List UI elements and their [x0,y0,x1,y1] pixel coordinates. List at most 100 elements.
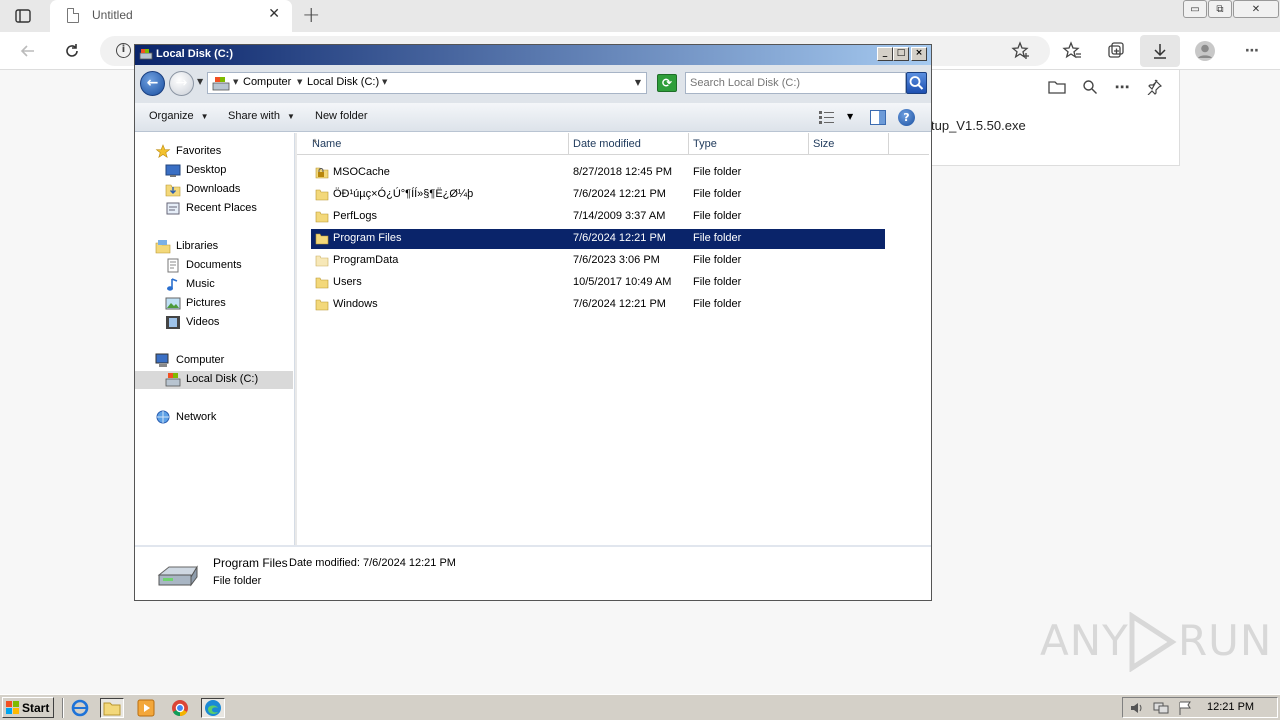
explorer-refresh-icon[interactable]: ⟳ [657,74,677,92]
nav-favorites[interactable]: Favorites [155,143,313,161]
breadcrumb-separator-icon[interactable]: ▼ [297,78,302,86]
preview-pane-icon[interactable] [870,110,886,125]
tab-close-icon[interactable]: ✕ [268,6,280,22]
table-row[interactable]: PerfLogs 7/14/2009 3:37 AM File folder [311,207,885,227]
computer-drive-icon [212,77,230,91]
add-favorite-icon[interactable] [1010,40,1032,62]
videos-icon [166,316,180,329]
details-pane: Program Files Date modified: 7/6/2024 12… [135,545,931,600]
volume-icon[interactable] [1129,701,1145,715]
change-view-icon[interactable] [819,111,835,124]
folder-icon [315,255,329,267]
downloads-button[interactable] [1140,35,1180,67]
table-row-selected[interactable]: Program Files 7/6/2024 12:21 PM File fol… [311,229,885,249]
window-close-button[interactable]: ✕ [1233,0,1279,18]
refresh-icon[interactable] [61,40,83,62]
explorer-close-button[interactable]: × [911,47,927,61]
explorer-title-bar[interactable]: Local Disk (C:) _ □ × [135,45,931,65]
nav-computer[interactable]: Computer [155,352,313,370]
view-options-chevron-icon[interactable]: ▼ [847,112,853,121]
explorer-maximize-button[interactable]: □ [893,47,909,61]
download-filename[interactable]: tup_V1.5.50.exe [931,118,1026,133]
edge-icon[interactable] [201,698,225,718]
local-disk-icon [139,49,153,60]
page-icon [67,8,79,23]
search-downloads-icon[interactable] [1081,78,1099,96]
tab-title: Untitled [92,8,133,22]
explorer-search-icon[interactable] [906,72,927,94]
breadcrumb[interactable]: ▼ Computer ▼ Local Disk (C:) ▼ ▼ [207,72,647,94]
network-status-icon[interactable] [1153,701,1169,715]
breadcrumb-computer[interactable]: Computer [243,76,291,88]
column-header-name[interactable]: Name ▲ [297,133,569,155]
system-tray: 12:21 PM [1122,697,1278,718]
back-icon[interactable] [17,40,39,62]
address-history-dropdown-icon[interactable]: ▼ [635,78,641,87]
help-icon[interactable]: ? [898,109,915,126]
pin-icon[interactable] [1145,78,1163,96]
documents-icon [167,258,179,273]
media-player-icon[interactable] [134,698,158,718]
folder-icon [315,189,329,201]
file-list: Name ▲ Date modified Type Size MSOCache 8… [297,133,931,545]
table-row[interactable]: ProgramData 7/6/2023 3:06 PM File folder [311,251,885,271]
watermark-text-left: ANY [1040,616,1129,665]
window-minimize-button[interactable]: ▭ [1183,0,1207,18]
breadcrumb-separator-icon[interactable]: ▼ [233,78,238,86]
column-header-date-modified[interactable]: Date modified [569,133,689,155]
settings-more-icon[interactable]: ⋯ [1241,40,1263,62]
watermark-text-right: RUN [1178,616,1273,665]
breadcrumb-separator-icon[interactable]: ▼ [382,78,387,86]
share-with-menu[interactable]: Share with ▼ [228,110,295,122]
nav-local-disk[interactable]: Local Disk (C:) [135,371,293,389]
back-arrow-icon[interactable]: ← [140,71,165,96]
window-restore-button[interactable]: ⧉ [1208,0,1232,18]
explorer-search-box[interactable] [685,72,906,94]
tab-actions-icon[interactable] [14,7,32,25]
explorer-minimize-button[interactable]: _ [877,47,893,61]
favorites-icon[interactable] [1061,40,1083,62]
breadcrumb-local-disk[interactable]: Local Disk (C:) [307,76,379,88]
organize-menu[interactable]: Organize ▼ [149,110,209,122]
recent-places-icon [166,202,180,215]
music-icon [167,278,178,291]
nav-libraries[interactable]: Libraries [155,238,313,256]
explorer-taskbar-icon[interactable] [100,698,124,718]
browser-tab[interactable]: Untitled ✕ [50,0,292,32]
star-icon [155,144,171,158]
taskbar: Start 12:21 PM [0,694,1280,720]
action-center-flag-icon[interactable] [1177,701,1193,715]
downloads-folder-icon [165,184,181,197]
site-info-icon[interactable]: i [116,43,131,58]
details-item-type: File folder [213,575,262,587]
nav-network[interactable]: Network [155,409,313,427]
table-row[interactable]: MSOCache 8/27/2018 12:45 PM File folder [311,163,885,183]
folder-icon [315,277,329,289]
start-button[interactable]: Start [2,697,54,718]
explorer-search-input[interactable] [690,75,890,91]
desktop-icon [165,164,181,177]
explorer-window-title: Local Disk (C:) [156,48,234,60]
internet-explorer-icon[interactable] [68,698,92,718]
open-downloads-folder-icon[interactable] [1048,78,1066,96]
command-bar: Organize ▼ Share with ▼ New folder ▼ ? [135,103,931,132]
profile-avatar-icon[interactable] [1194,40,1216,62]
new-folder-button[interactable]: New folder [315,110,368,122]
table-row[interactable]: ÖÐ¹úµç×Ó¿Ú°¶ÍÍ»§¶Ë¿Ø¼þ 7/6/2024 12:21 PM… [311,185,885,205]
table-row[interactable]: Users 10/5/2017 10:49 AM File folder [311,273,885,293]
more-options-icon[interactable]: ⋯ [1113,78,1131,96]
details-item-name: Program Files [213,556,288,570]
clock[interactable]: 12:21 PM [1207,701,1254,713]
forward-arrow-icon[interactable]: → [169,71,194,96]
computer-icon [155,353,169,367]
windows-flag-icon [6,701,19,714]
chrome-icon[interactable] [168,698,192,718]
new-tab-button[interactable]: + [302,3,320,28]
details-date-label: Date modified: [289,557,360,569]
recent-pages-chevron-icon[interactable]: ▼ [197,77,203,86]
table-row[interactable]: Windows 7/6/2024 12:21 PM File folder [311,295,885,315]
collections-icon[interactable] [1105,40,1127,62]
column-header-type[interactable]: Type [689,133,809,155]
column-header-filler [889,133,929,155]
column-header-size[interactable]: Size [809,133,889,155]
